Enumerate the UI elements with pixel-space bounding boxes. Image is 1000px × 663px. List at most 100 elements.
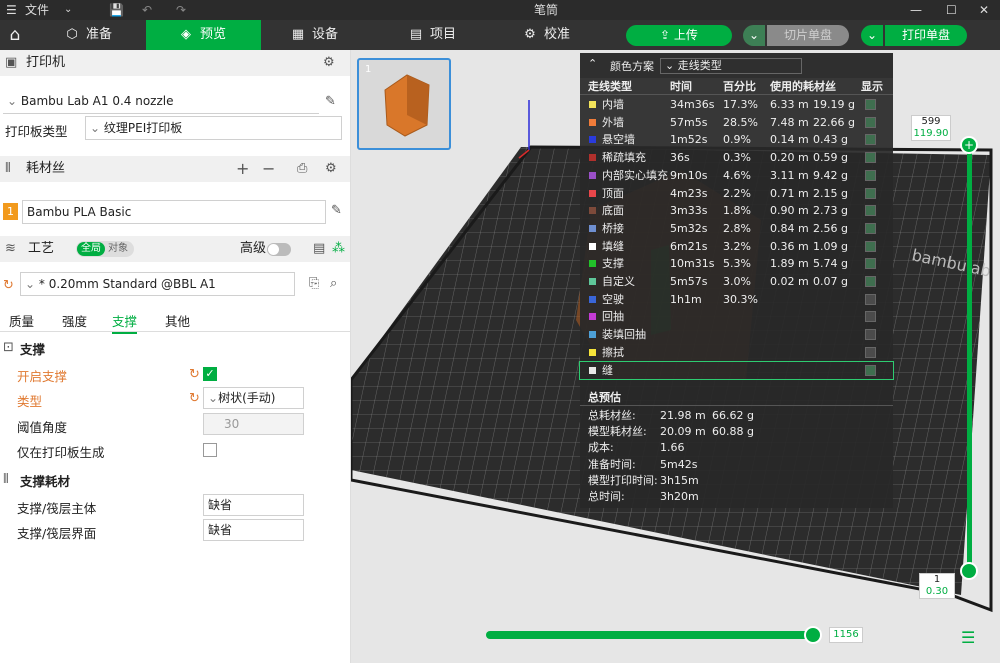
file-menu[interactable]: 文件: [25, 0, 49, 20]
plate-thumbnail[interactable]: 1: [357, 58, 451, 150]
reset-type-icon[interactable]: ↻: [189, 391, 200, 406]
tab-preview[interactable]: ◈ 预览: [146, 20, 261, 50]
plate-type-select[interactable]: ⌄ 纹理PEI打印板: [85, 116, 342, 140]
layer-slider-bottom-handle[interactable]: [960, 562, 978, 580]
remove-filament-icon[interactable]: −: [262, 156, 275, 182]
display-checkbox[interactable]: [865, 240, 876, 252]
tab-project[interactable]: ▤ 项目: [408, 20, 498, 50]
display-checkbox[interactable]: [865, 293, 876, 305]
tab-calibration[interactable]: ⚙ 校准: [522, 20, 612, 50]
display-checkbox[interactable]: [865, 346, 876, 358]
display-checkbox[interactable]: [865, 329, 876, 341]
enable-support-checkbox[interactable]: ✓: [203, 367, 217, 381]
printer-settings-icon[interactable]: ⚙: [323, 50, 335, 76]
display-checkbox[interactable]: [865, 152, 876, 164]
move-slider-handle[interactable]: [804, 626, 822, 644]
toggle-object[interactable]: 对象: [108, 236, 128, 262]
slice-plate-button[interactable]: 切片单盘: [767, 25, 849, 46]
minimize-icon[interactable]: —: [910, 0, 922, 20]
legend-row[interactable]: 外墙 57m5s 28.5% 7.48 m 22.66 g: [580, 114, 893, 132]
line-type-swatch: [589, 136, 596, 144]
legend-row[interactable]: 悬空墙 1m52s 0.9% 0.14 m 0.43 g: [580, 131, 893, 149]
support-interface-select[interactable]: 缺省: [203, 519, 304, 541]
collapse-icon[interactable]: ⌃: [588, 57, 597, 70]
slice-dropdown[interactable]: ⌄: [743, 25, 765, 46]
display-checkbox[interactable]: [865, 311, 876, 323]
save-icon[interactable]: 💾: [109, 0, 124, 20]
chevron-down-icon[interactable]: ⌄: [64, 0, 72, 20]
legend-row[interactable]: 内墙 34m36s 17.3% 6.33 m 19.19 g: [580, 96, 893, 114]
legend-row[interactable]: 支撑 10m31s 5.3% 1.89 m 5.74 g: [580, 255, 893, 273]
display-checkbox[interactable]: [865, 116, 876, 128]
legend-row[interactable]: 回抽: [580, 308, 893, 326]
display-checkbox[interactable]: [865, 134, 876, 146]
print-plate-button[interactable]: 打印单盘: [885, 25, 967, 46]
display-checkbox[interactable]: [865, 276, 876, 287]
legend-row[interactable]: 缝: [579, 360, 894, 381]
close-icon[interactable]: ✕: [979, 0, 989, 20]
reset-enable-icon[interactable]: ↻: [189, 367, 200, 382]
print-dropdown[interactable]: ⌄: [861, 25, 883, 46]
support-base-select[interactable]: 缺省: [203, 494, 304, 516]
toggle-global[interactable]: 全局: [77, 242, 105, 256]
layers-toggle-icon[interactable]: ☰: [961, 628, 975, 647]
display-checkbox[interactable]: [865, 205, 876, 217]
tab-prepare[interactable]: ⬡ 准备: [58, 20, 143, 50]
process-list-icon[interactable]: ▤: [313, 236, 325, 262]
reset-icon[interactable]: ↻: [3, 278, 14, 293]
layer-slider-top-handle[interactable]: +: [960, 136, 978, 154]
redo-icon[interactable]: ↷: [176, 0, 186, 20]
filament-settings-icon[interactable]: ⚙: [325, 156, 337, 182]
line-type-name: 桥接: [602, 221, 624, 235]
subtab-quality[interactable]: 质量: [9, 311, 34, 330]
legend-row[interactable]: 稀疏填充 36s 0.3% 0.20 m 0.59 g: [580, 149, 893, 167]
maximize-icon[interactable]: ☐: [946, 0, 957, 20]
display-checkbox[interactable]: [865, 169, 876, 181]
home-icon[interactable]: ⌂: [0, 20, 30, 50]
legend-row[interactable]: 自定义 5m57s 3.0% 0.02 m 0.07 g: [580, 273, 893, 291]
plate-only-checkbox[interactable]: [203, 443, 217, 457]
add-filament-icon[interactable]: +: [236, 156, 249, 182]
display-checkbox[interactable]: [865, 99, 876, 110]
line-type-name: 稀疏填充: [602, 151, 646, 165]
save-profile-icon[interactable]: ⎘: [309, 276, 319, 291]
main-tab-bar: ⌂ ⬡ 准备 ◈ 预览 ▦ 设备 ▤ 项目 ⚙ 校准 ⇪ 上传 ⌄ 切片单盘 ⌄ 打印单盘: [0, 20, 1000, 50]
subtab-support[interactable]: 支撑: [112, 311, 138, 334]
tab-device[interactable]: ▦ 设备: [290, 20, 380, 50]
sync-filament-icon[interactable]: ⎙: [297, 156, 307, 182]
color-scheme-select[interactable]: ⌄ 走线类型: [660, 58, 802, 74]
legend-row[interactable]: 桥接 5m32s 2.8% 0.84 m 2.56 g: [580, 220, 893, 238]
legend-row[interactable]: 填缝 6m21s 3.2% 0.36 m 1.09 g: [580, 238, 893, 256]
legend-row[interactable]: 顶面 4m23s 2.2% 0.71 m 2.15 g: [580, 185, 893, 203]
subtab-strength[interactable]: 强度: [62, 311, 87, 330]
menu-icon[interactable]: ☰: [6, 0, 17, 20]
subtab-others[interactable]: 其他: [165, 311, 190, 330]
filament-select[interactable]: Bambu PLA Basic: [22, 200, 326, 224]
edit-filament-icon[interactable]: ✎: [331, 203, 342, 218]
process-compare-icon[interactable]: ⁂: [332, 236, 345, 262]
display-checkbox[interactable]: [865, 364, 876, 376]
display-checkbox[interactable]: [865, 258, 876, 270]
legend-row[interactable]: 擦拭: [580, 344, 893, 362]
threshold-angle-input[interactable]: 30: [203, 413, 304, 435]
summary-label: 成本:: [588, 441, 614, 455]
legend-row[interactable]: 装填回抽: [580, 326, 893, 344]
printer-select[interactable]: ⌄ Bambu Lab A1 0.4 nozzle: [3, 90, 319, 114]
undo-icon[interactable]: ↶: [142, 0, 152, 20]
display-checkbox[interactable]: [865, 187, 876, 199]
filament-color-swatch[interactable]: 1: [3, 203, 18, 220]
support-type-select[interactable]: ⌄树状(手动): [203, 387, 304, 409]
process-profile-select[interactable]: ⌄ * 0.20mm Standard @BBL A1: [20, 272, 295, 296]
legend-row[interactable]: 内部实心填充 9m10s 4.6% 3.11 m 9.42 g: [580, 167, 893, 185]
edit-printer-icon[interactable]: ✎: [325, 94, 336, 109]
move-slider-track[interactable]: [486, 631, 814, 639]
search-icon[interactable]: ⌕: [330, 276, 337, 291]
advanced-toggle[interactable]: [267, 243, 291, 256]
legend-row[interactable]: 底面 3m33s 1.8% 0.90 m 2.73 g: [580, 202, 893, 220]
upload-button[interactable]: ⇪ 上传: [626, 25, 732, 46]
layer-slider-track[interactable]: [967, 143, 972, 573]
display-checkbox[interactable]: [865, 222, 876, 234]
legend-row[interactable]: 空驶 1h1m 30.3%: [580, 291, 893, 309]
filament-section-header: ⦀ 耗材丝 + − ⎙ ⚙: [0, 156, 350, 182]
line-type-name: 悬空墙: [602, 133, 635, 147]
